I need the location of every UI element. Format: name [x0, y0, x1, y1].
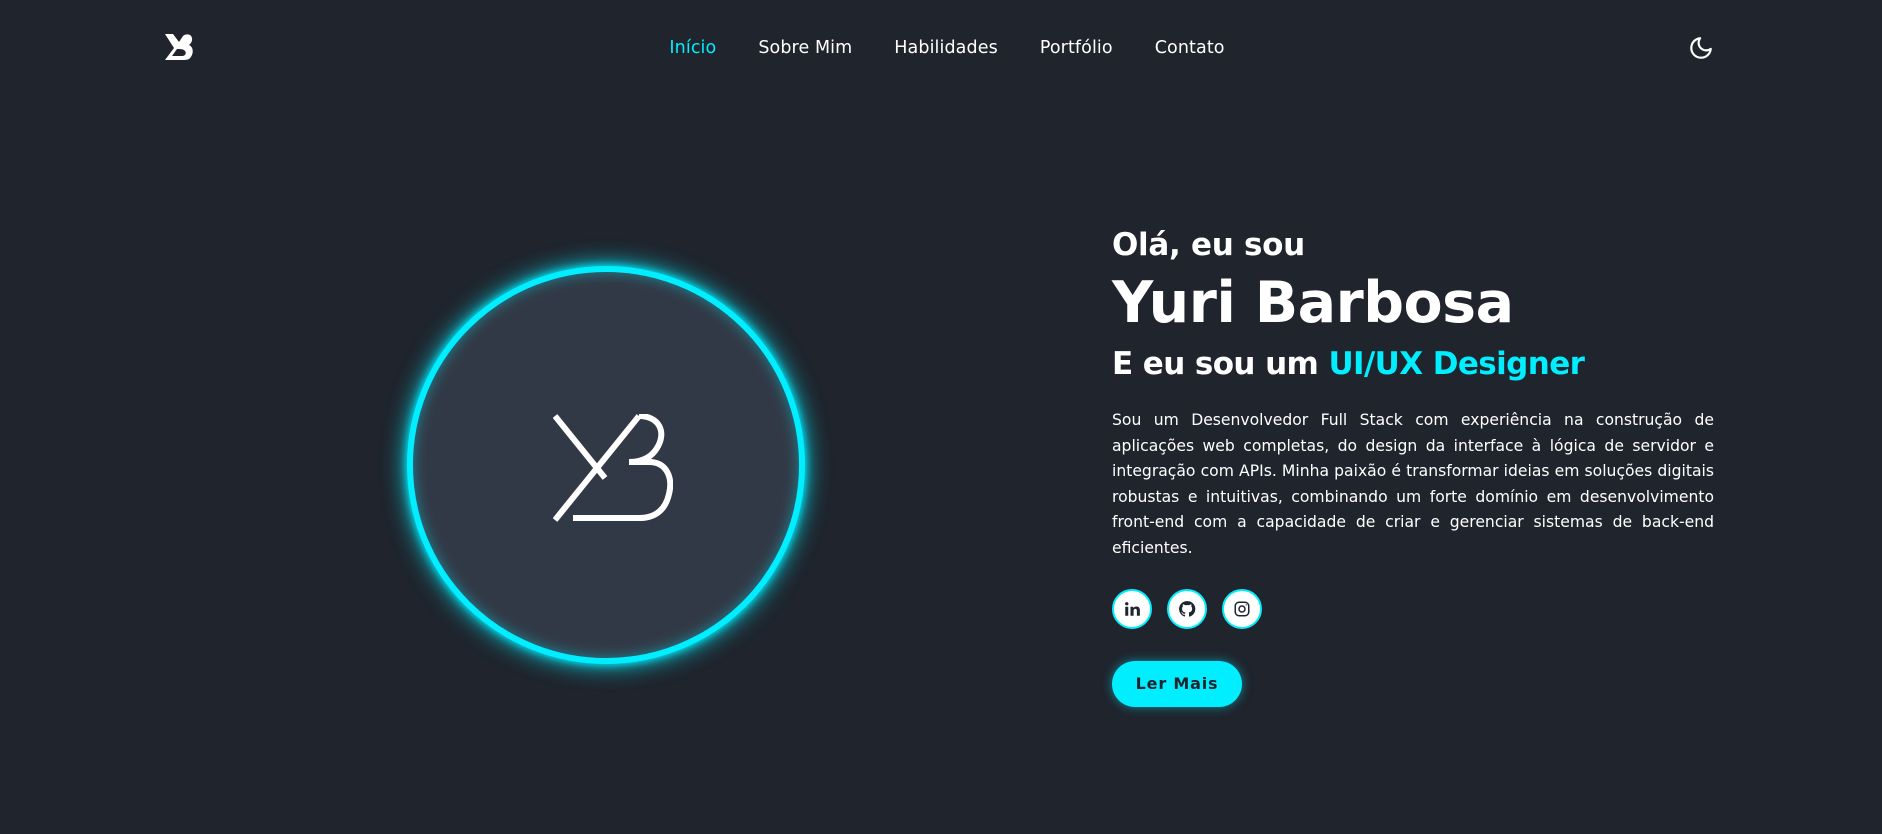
read-more-button[interactable]: Ler Mais: [1112, 660, 1242, 707]
site-header: Início Sobre Mim Habilidades Portfólio C…: [0, 0, 1882, 96]
nav-item-inicio[interactable]: Início: [669, 38, 716, 58]
main-nav: Início Sobre Mim Habilidades Portfólio C…: [0, 0, 1882, 96]
page: Início Sobre Mim Habilidades Portfólio C…: [0, 0, 1882, 834]
hero-name: Yuri Barbosa: [1112, 270, 1514, 336]
social-links: [1112, 588, 1714, 629]
instagram-link[interactable]: [1222, 588, 1262, 629]
role-highlight: UI/UX Designer: [1328, 346, 1585, 382]
bio-text: Sou um Desenvolvedor Full Stack com expe…: [1112, 411, 1714, 557]
role-prefix: E eu sou um: [1112, 346, 1329, 382]
moon-icon[interactable]: [1688, 35, 1714, 61]
nav-item-sobre-mim[interactable]: Sobre Mim: [758, 38, 852, 58]
nav-item-portfolio[interactable]: Portfólio: [1040, 38, 1113, 58]
greeting: Olá, eu sou: [1112, 227, 1305, 263]
nav-item-contato[interactable]: Contato: [1155, 38, 1225, 58]
role-line: E eu sou um UI/UX Designer: [1112, 340, 1714, 388]
hero-text: Olá, eu sou Yuri Barbosa E eu sou um UI/…: [1112, 222, 1714, 707]
github-link[interactable]: [1167, 588, 1207, 629]
linkedin-link[interactable]: [1112, 588, 1152, 629]
nav-item-habilidades[interactable]: Habilidades: [894, 38, 998, 58]
yb-monogram-icon: [553, 414, 673, 522]
linkedin-icon: [1125, 601, 1140, 616]
instagram-icon: [1234, 601, 1250, 617]
avatar: [407, 266, 805, 664]
github-icon: [1179, 600, 1196, 617]
